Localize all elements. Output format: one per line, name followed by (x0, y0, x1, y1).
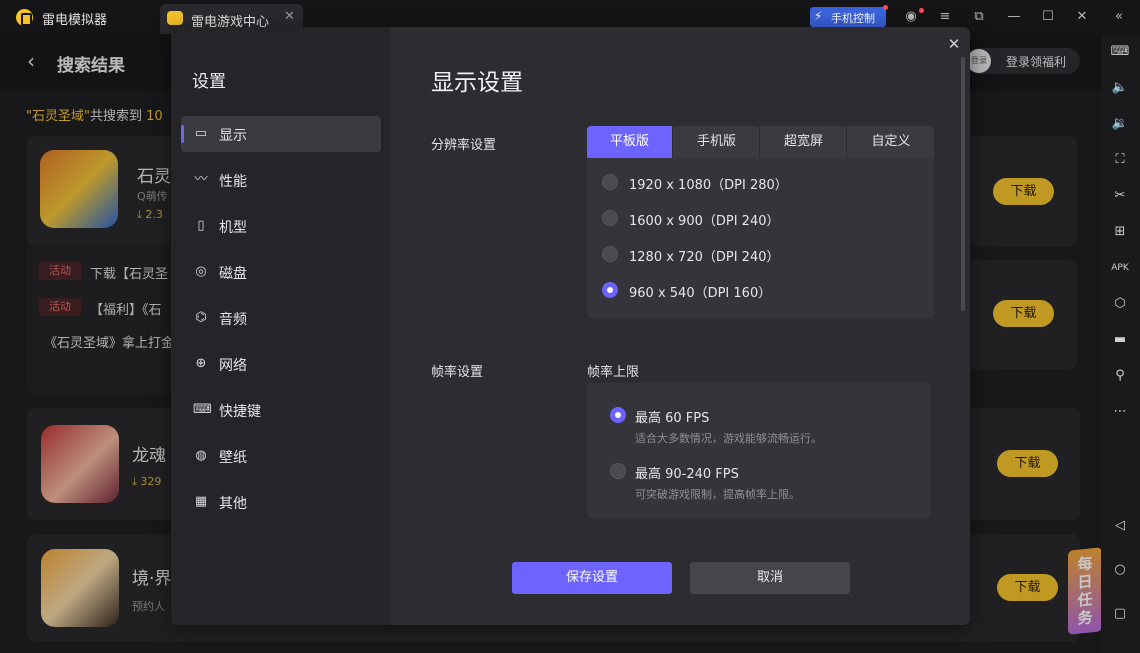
phone-control-button[interactable]: ⚡ 手机控制 (810, 7, 886, 27)
apk-icon[interactable]: APK (1109, 258, 1131, 278)
user-notification-dot (919, 8, 924, 13)
settings-sidebar-title: 设置 (192, 72, 226, 92)
pin-icon[interactable]: ⧉ (968, 7, 990, 27)
pulse-icon: 〰 (194, 172, 208, 187)
palette-icon: ◍ (195, 448, 207, 463)
radio-button[interactable] (602, 174, 618, 190)
volume-up-icon[interactable]: 🔈 (1109, 78, 1131, 98)
radio-button[interactable] (610, 463, 626, 479)
resolution-option-label: 960 x 540（DPI 160） (629, 286, 772, 301)
scissors-icon[interactable]: ✂ (1109, 186, 1131, 206)
close-icon[interactable]: ✕ (1071, 7, 1093, 27)
resolution-label: 分辨率设置 (431, 138, 497, 153)
nav-item-other[interactable]: ▦ 其他 (181, 484, 381, 520)
collapse-sidebar-icon[interactable]: « (1108, 7, 1130, 27)
lightning-icon: ⚡ (814, 9, 823, 23)
dialog-close-icon[interactable]: ✕ (943, 33, 965, 55)
globe-icon: ⊕ (195, 356, 207, 371)
settings-dialog: 设置 ▭ 显示 〰 性能 ▯ 机型 ◎ 磁盘 ⌬ 音频 ⊕ 网络 ⌨ 快捷键 ◍… (171, 27, 970, 625)
resolution-option-label: 1920 x 1080（DPI 280） (629, 178, 788, 193)
gamepad-icon (167, 11, 183, 25)
nav-item-shortcuts[interactable]: ⌨ 快捷键 (181, 392, 381, 428)
radio-button-selected[interactable] (602, 282, 618, 298)
nav-label: 其他 (219, 496, 247, 512)
app-logo-icon (16, 9, 33, 26)
dialog-title: 显示设置 (431, 70, 523, 96)
maximize-icon[interactable]: ☐ (1037, 7, 1059, 27)
framerate-options: 最高 60 FPS 适合大多数情况，游戏能够流畅运行。 最高 90-240 FP… (587, 383, 931, 518)
keyboard-icon[interactable]: ⌨ (1109, 42, 1131, 62)
minimize-icon[interactable]: — (1003, 7, 1025, 27)
framerate-option-desc: 可突破游戏限制，提高帧率上限。 (635, 488, 800, 501)
location-icon[interactable]: ⚲ (1109, 366, 1131, 386)
settings-sidebar: 设置 ▭ 显示 〰 性能 ▯ 机型 ◎ 磁盘 ⌬ 音频 ⊕ 网络 ⌨ 快捷键 ◍… (171, 27, 390, 625)
nav-label: 磁盘 (219, 266, 247, 282)
tab-custom[interactable]: 自定义 (848, 126, 934, 158)
nav-item-audio[interactable]: ⌬ 音频 (181, 300, 381, 336)
nav-label: 机型 (219, 220, 247, 236)
tab-ultrawide[interactable]: 超宽屏 (761, 126, 847, 158)
nav-label: 快捷键 (219, 404, 261, 420)
radio-button-selected[interactable] (610, 407, 626, 423)
nav-item-wallpaper[interactable]: ◍ 壁纸 (181, 438, 381, 474)
radio-button[interactable] (602, 246, 618, 262)
cancel-button[interactable]: 取消 (690, 562, 850, 594)
disk-icon: ◎ (195, 264, 207, 279)
nav-label: 性能 (219, 174, 247, 190)
gamepad-icon: ⌬ (195, 310, 207, 325)
active-indicator (181, 125, 184, 143)
resolution-option-label: 1600 x 900（DPI 240） (629, 214, 780, 229)
framerate-label: 帧率设置 (431, 365, 484, 380)
nav-label: 显示 (219, 128, 247, 144)
menu-icon[interactable]: ≡ (934, 7, 956, 27)
radio-button[interactable] (602, 210, 618, 226)
resolution-option-label: 1280 x 720（DPI 240） (629, 250, 780, 265)
framerate-sublabel: 帧率上限 (587, 365, 640, 380)
resolution-options: 1920 x 1080（DPI 280） 1600 x 900（DPI 240）… (587, 158, 934, 318)
framerate-option-label: 最高 90-240 FPS (635, 467, 739, 482)
nav-item-network[interactable]: ⊕ 网络 (181, 346, 381, 382)
nav-item-device[interactable]: ▯ 机型 (181, 208, 381, 244)
tab-phone[interactable]: 手机版 (674, 126, 760, 158)
back-icon[interactable]: ◁ (1109, 516, 1131, 536)
recents-icon[interactable]: ▢ (1109, 604, 1131, 624)
grid-icon: ▦ (194, 494, 208, 509)
resolution-mode-tabs: 平板版 手机版 超宽屏 自定义 (587, 126, 934, 158)
framerate-option-desc: 适合大多数情况，游戏能够流畅运行。 (635, 432, 822, 445)
folder-icon[interactable]: ▬ (1109, 330, 1131, 350)
home-icon[interactable]: ○ (1109, 560, 1131, 580)
app-name: 雷电模拟器 (42, 13, 108, 28)
monitor-icon: ▭ (194, 126, 208, 141)
nav-label: 网络 (219, 358, 247, 374)
nav-item-disk[interactable]: ◎ 磁盘 (181, 254, 381, 290)
right-toolbar: ⌨ 🔈 🔉 ⛶ ✂ ⊞ APK ⬡ ▬ ⚲ ⋯ ◁ ○ ▢ (1101, 34, 1140, 653)
tab-tablet[interactable]: 平板版 (587, 126, 673, 158)
fullscreen-icon[interactable]: ⛶ (1109, 150, 1131, 170)
framerate-option-label: 最高 60 FPS (635, 411, 710, 426)
settings-hex-icon[interactable]: ⬡ (1109, 294, 1131, 314)
add-window-icon[interactable]: ⊞ (1109, 222, 1131, 242)
save-button[interactable]: 保存设置 (512, 562, 672, 594)
device-icon: ▯ (197, 218, 205, 233)
nav-label: 音频 (219, 312, 247, 328)
more-icon[interactable]: ⋯ (1109, 402, 1131, 422)
nav-item-performance[interactable]: 〰 性能 (181, 162, 381, 198)
volume-down-icon[interactable]: 🔉 (1109, 114, 1131, 134)
keyboard-icon: ⌨ (193, 402, 212, 417)
phone-control-label: 手机控制 (831, 12, 875, 25)
dialog-scrollbar[interactable] (961, 57, 965, 311)
nav-label: 壁纸 (219, 450, 247, 466)
tab-close-icon[interactable]: ✕ (284, 9, 295, 24)
notification-dot (883, 5, 888, 10)
nav-item-display[interactable]: ▭ 显示 (181, 116, 381, 152)
